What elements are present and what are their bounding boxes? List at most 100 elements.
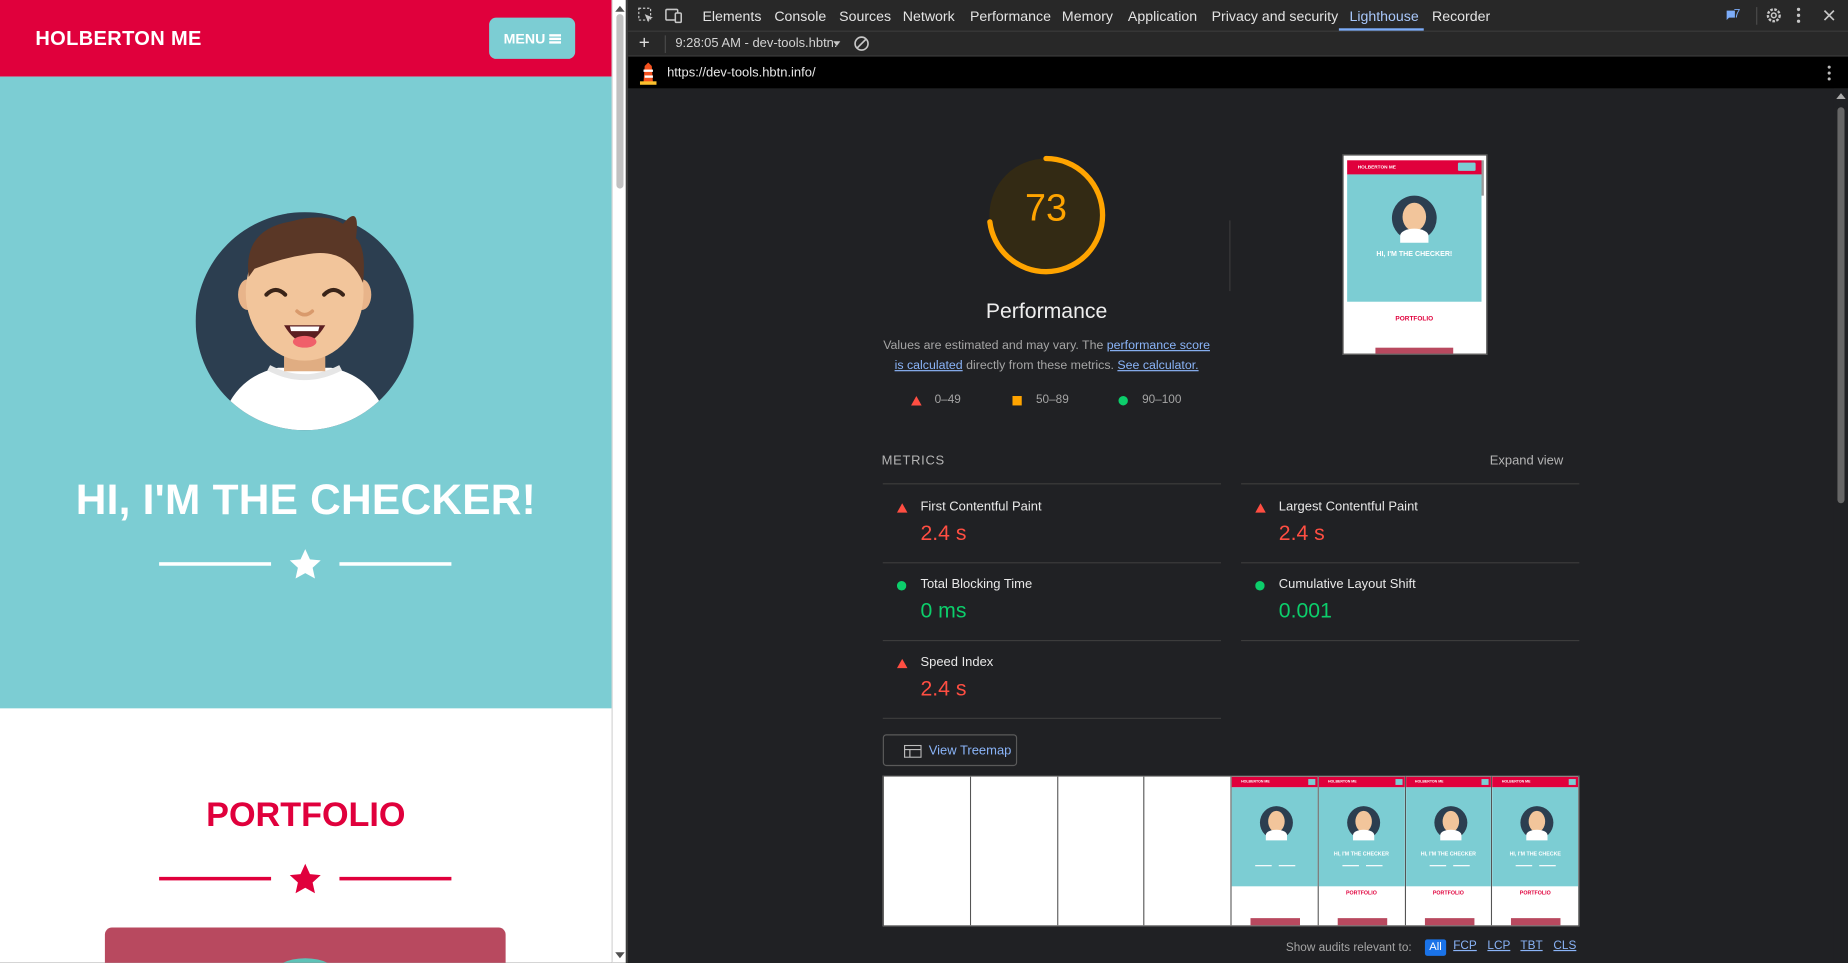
report-menu-icon[interactable] [1827,65,1832,82]
triangle-icon [896,503,908,513]
tab-application[interactable]: Application [1128,8,1197,25]
metric-value: 2.4 s [920,676,967,701]
square-icon [1012,396,1022,406]
scrollbar-thumb[interactable] [616,14,624,189]
filmstrip-frame: HOLBERTON ME HI, I'M THE CHECKER PORTFOLIO [1405,776,1493,926]
final-screenshot[interactable]: HOLBERTON ME HI, I'M THE CHECKER! PORTFO… [1342,154,1488,355]
filmstrip: HOLBERTON ME HOLBERTON ME HI, I'M THE CHEC… [882,775,1580,927]
tab-privacy-security[interactable]: Privacy and security [1212,8,1339,25]
filmstrip-frame: HOLBERTON ME HI, I'M THE CHECKE PORTFOLIO [1492,776,1579,926]
scroll-down-arrow[interactable] [615,952,625,959]
audit-filter-label: Show audits relevant to: [1285,941,1412,955]
metric-title: Largest Contentful Paint [1278,499,1418,514]
metric-value: 0 ms [920,598,967,623]
treemap-icon [903,744,922,758]
tab-sources[interactable]: Sources [839,8,891,25]
metric-title: First Contentful Paint [920,499,1042,514]
device-toolbar-icon[interactable] [665,7,683,24]
issues-count[interactable]: 7 [1734,8,1741,21]
portfolio-divider [159,862,452,897]
tab-recorder[interactable]: Recorder [1432,8,1490,25]
metric-title: Speed Index [920,655,994,670]
portfolio-card[interactable] [104,927,506,963]
filter-all[interactable]: All [1424,939,1447,956]
close-icon[interactable] [1823,9,1835,21]
filter-fcp[interactable]: FCP [1453,939,1477,952]
metric-item: First Contentful Paint 2.4 s [883,484,1221,562]
triangle-icon [896,658,908,669]
filter-lcp[interactable]: LCP [1487,939,1510,952]
menu-button[interactable]: MENU [489,17,576,59]
tab-lighthouse[interactable]: Lighthouse [1349,8,1418,25]
metric-item: Cumulative Layout Shift 0.001 [1241,562,1579,640]
star-icon [289,863,321,894]
clear-reports-icon[interactable] [853,35,870,52]
settings-gear-icon[interactable] [1766,7,1783,24]
star-icon [289,549,321,579]
circle-icon [1255,581,1265,591]
triangle-icon [911,396,922,406]
see-calculator-link[interactable]: See calculator. [1117,358,1198,372]
active-tab-indicator [1338,28,1424,31]
dropdown-arrow-icon[interactable] [833,41,841,46]
performance-score: 73 [1025,186,1067,229]
metric-item: Speed Index 2.4 s [883,640,1221,718]
avatar-illustration [195,212,414,431]
metric-value: 2.4 s [1278,520,1325,545]
filter-cls[interactable]: CLS [1553,939,1576,952]
tab-performance[interactable]: Performance [970,8,1051,25]
filter-tbt[interactable]: TBT [1520,939,1542,952]
devtools-panel: Elements Console Sources Network Perform… [628,0,1848,963]
filmstrip-frame [1057,776,1145,926]
lighthouse-toolbar: + 9:28:05 AM - dev-tools.hbtn. [628,31,1848,57]
hero-title: HI, I'M THE CHECKER! [75,474,537,524]
expand-view-toggle[interactable]: Expand view [1490,454,1564,468]
tab-memory[interactable]: Memory [1062,8,1113,25]
devtools-tabbar: Elements Console Sources Network Perform… [628,0,1848,32]
metric-value: 0.001 [1278,598,1332,623]
report-scrollbar[interactable] [1833,88,1848,963]
hamburger-icon [548,33,561,44]
scroll-up-arrow[interactable] [615,5,625,12]
metric-title: Cumulative Layout Shift [1278,577,1416,592]
new-report-plus-icon[interactable]: + [639,33,650,54]
metric-title: Total Blocking Time [920,577,1033,592]
category-title: Performance [985,299,1108,323]
report-select[interactable]: 9:28:05 AM - dev-tools.hbtn. [675,37,837,51]
tab-network[interactable]: Network [903,8,955,25]
metric-divider [882,717,1222,719]
inspect-element-icon[interactable] [638,7,655,24]
tab-elements[interactable]: Elements [702,8,761,25]
more-options-icon[interactable] [1796,7,1801,24]
metric-item: Largest Contentful Paint 2.4 s [1241,484,1579,562]
scroll-up-arrow[interactable] [1836,93,1846,100]
filmstrip-frame: HOLBERTON ME HI, I'M THE CHECKER PORTFOLIO [1318,776,1406,926]
filmstrip-frame: HOLBERTON ME [1231,776,1319,926]
lighthouse-report: 73 Performance Values are estimated and … [628,88,1848,963]
lighthouse-logo-icon [639,62,657,85]
filmstrip-frame [970,776,1058,926]
hero-divider [159,547,452,582]
report-url[interactable]: https://dev-tools.hbtn.info/ [667,66,815,80]
report-url-bar: https://dev-tools.hbtn.info/ [628,56,1848,89]
tab-console[interactable]: Console [774,8,826,25]
metric-divider [1241,639,1580,642]
page-scrollbar[interactable] [611,0,626,963]
metric-item: Total Blocking Time 0 ms [883,562,1221,640]
website-viewport: HOLBERTON ME MENU HI, I'M THE CHECKER! P… [0,0,612,963]
site-header: HOLBERTON ME MENU [0,0,612,77]
metrics-heading: METRICS [881,453,945,468]
menu-label: MENU [503,30,546,47]
circle-icon [1118,396,1128,406]
filmstrip-frame [1144,776,1232,926]
site-title[interactable]: HOLBERTON ME [35,27,201,51]
performance-description: Values are estimated and may vary. The p… [883,338,1210,373]
section-separator [1229,220,1231,292]
hero-section: HI, I'M THE CHECKER! [0,76,612,709]
view-treemap-button[interactable]: View Treemap [882,734,1018,767]
portfolio-title: PORTFOLIO [206,796,406,835]
metric-value: 2.4 s [920,520,967,545]
filmstrip-frame [883,776,971,926]
circle-icon [896,581,907,591]
scrollbar-thumb[interactable] [1837,107,1845,504]
